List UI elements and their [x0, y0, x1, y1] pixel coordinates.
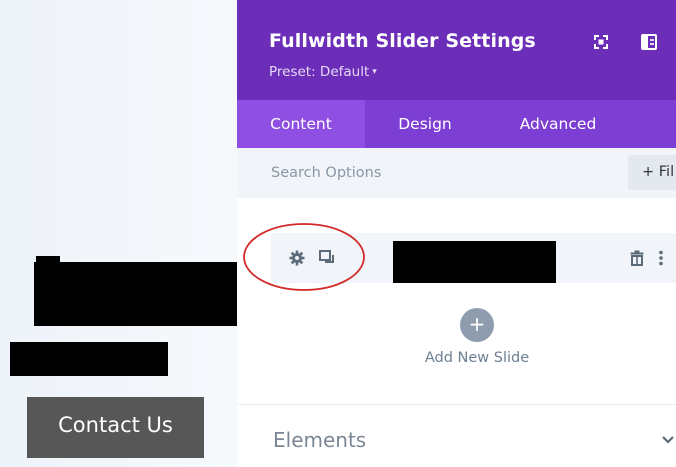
chevron-down-icon[interactable]: [661, 434, 675, 446]
add-new-slide-label[interactable]: Add New Slide: [377, 350, 577, 366]
search-bar: [237, 148, 676, 198]
panel-header: Fullwidth Slider Settings Preset: Defaul…: [237, 0, 676, 100]
settings-tabs: Content Design Advanced: [237, 100, 676, 148]
page-canvas: Contact Us: [0, 0, 237, 467]
redacted-subheading-text: [10, 342, 168, 376]
more-vertical-icon[interactable]: [657, 249, 665, 267]
annotation-circle: [243, 223, 365, 291]
panel-title: Fullwidth Slider Settings: [269, 30, 536, 52]
trash-icon[interactable]: [628, 249, 646, 267]
redacted-heading-text-tail: [36, 256, 60, 272]
preset-dropdown[interactable]: Preset: Default ▾: [269, 64, 377, 80]
section-divider: [237, 404, 676, 405]
caret-down-icon: ▾: [372, 67, 377, 77]
contact-us-button[interactable]: Contact Us: [27, 397, 204, 458]
fullscreen-icon[interactable]: [591, 32, 611, 52]
add-new-slide-button[interactable]: +: [460, 308, 494, 342]
tab-content[interactable]: Content: [237, 100, 365, 148]
tab-advanced[interactable]: Advanced: [499, 100, 617, 148]
split-view-icon[interactable]: [639, 32, 659, 52]
elements-section-toggle[interactable]: Elements: [273, 428, 366, 452]
filter-button[interactable]: + Fil: [628, 155, 676, 190]
tab-design[interactable]: Design: [365, 100, 485, 148]
search-options-input[interactable]: [271, 160, 571, 186]
redacted-slide-title: [393, 241, 556, 283]
preset-label: Preset: Default: [269, 64, 370, 80]
redacted-heading-text: [34, 262, 237, 326]
